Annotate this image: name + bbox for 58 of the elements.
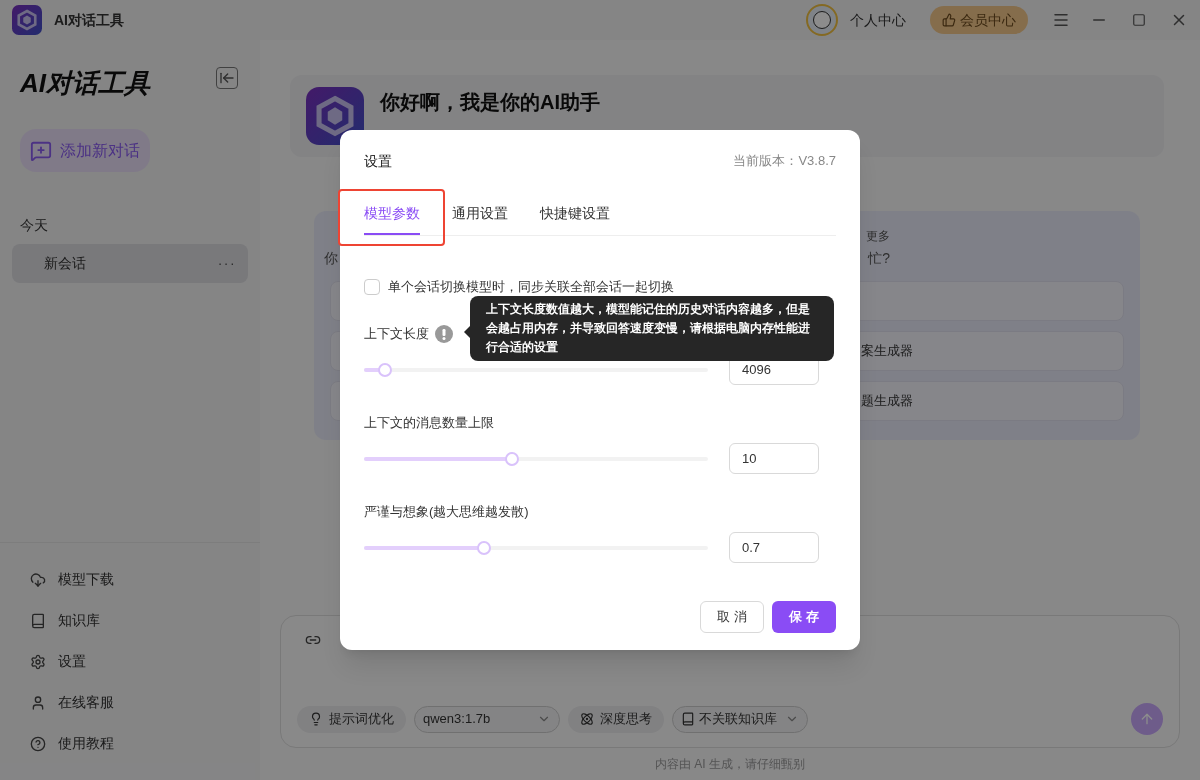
slider-handle[interactable] — [504, 451, 519, 466]
vip-center-button[interactable]: 会员中心 — [930, 6, 1028, 34]
assistant-logo — [306, 87, 364, 145]
toggle-chip[interactable]: 提示词优化 — [297, 705, 406, 733]
sidebar-menu-item[interactable]: 设置 — [58, 651, 86, 672]
settings-tab[interactable]: 模型参数 — [364, 193, 420, 235]
menu-icon[interactable] — [1052, 11, 1070, 29]
slider-handle[interactable] — [377, 362, 392, 377]
maximize-icon[interactable] — [1132, 13, 1146, 27]
settings-tab[interactable]: 通用设置 — [452, 193, 508, 235]
value-field[interactable]: 0.7 — [729, 532, 819, 563]
atom-icon — [580, 712, 594, 726]
settings-tab[interactable]: 快捷键设置 — [540, 193, 610, 235]
save-button[interactable]: 保 存 — [772, 601, 836, 633]
cancel-button[interactable]: 取 消 — [700, 601, 764, 633]
parameter-label: 上下文长度 — [364, 325, 429, 344]
checkbox[interactable] — [364, 279, 380, 295]
parameter-label: 严谨与想象(越大思维越发散) — [364, 503, 529, 522]
menu-item-icon — [30, 612, 46, 629]
dropdown[interactable]: 不关联知识库 — [672, 705, 808, 733]
slider-handle[interactable] — [477, 540, 492, 555]
panel-question-fragment: 忙? — [868, 248, 890, 268]
sidebar-title: AI对话工具 — [20, 67, 150, 100]
collapse-icon[interactable] — [216, 66, 238, 89]
avatar-icon[interactable] — [806, 4, 838, 36]
app-logo — [12, 5, 42, 35]
welcome-title: 你好啊，我是你的AI助手 — [380, 90, 600, 115]
thumbs-up-icon — [942, 13, 956, 27]
panel-heading-fragment: 更多 — [866, 228, 890, 245]
sidebar-menu-item[interactable]: 模型下载 — [58, 569, 114, 590]
sidebar-menu-item[interactable]: 在线客服 — [58, 692, 114, 713]
menu-item-icon — [30, 653, 46, 670]
send-button[interactable] — [1131, 703, 1163, 735]
session-title: 新会话 — [44, 254, 86, 273]
menu-item-icon — [30, 694, 46, 711]
dialog-title: 设置 — [364, 151, 392, 171]
sidebar-menu-item[interactable]: 知识库 — [58, 610, 100, 631]
window-title: AI对话工具 — [54, 10, 124, 30]
chat-plus-icon — [30, 139, 52, 162]
user-center-link[interactable]: 个人中心 — [850, 9, 906, 31]
value-field[interactable]: 10 — [729, 443, 819, 474]
tooltip-text: 上下文长度数值越大，模型能记住的历史对话内容越多，但是会越占用内存，并导致回答速度变慢，请根据电脑内存性能进行合适的设置 — [486, 302, 810, 354]
menu-item-icon — [30, 571, 46, 588]
sidebar-menu-item[interactable]: 使用教程 — [58, 733, 114, 754]
parameter-label: 上下文的消息数量上限 — [364, 414, 494, 433]
group-label: 今天 — [19, 216, 49, 235]
checkbox-label: 单个会话切换模型时，同步关联全部会话一起切换 — [388, 278, 674, 297]
menu-item-icon — [30, 735, 46, 752]
info-icon[interactable] — [435, 325, 453, 343]
lightbulb-icon — [309, 712, 323, 726]
panel-question-fragment: 你 — [324, 248, 338, 268]
more-button[interactable]: ··· — [217, 253, 236, 274]
version-text: 当前版本：V3.8.7 — [733, 152, 836, 171]
toggle-chip[interactable]: 深度思考 — [568, 705, 664, 733]
book-icon — [681, 712, 695, 726]
new-chat-button[interactable]: 添加新对话 — [20, 129, 150, 172]
session-item[interactable]: 新会话 ··· — [12, 244, 248, 283]
dropdown[interactable]: qwen3:1.7b — [414, 705, 560, 733]
